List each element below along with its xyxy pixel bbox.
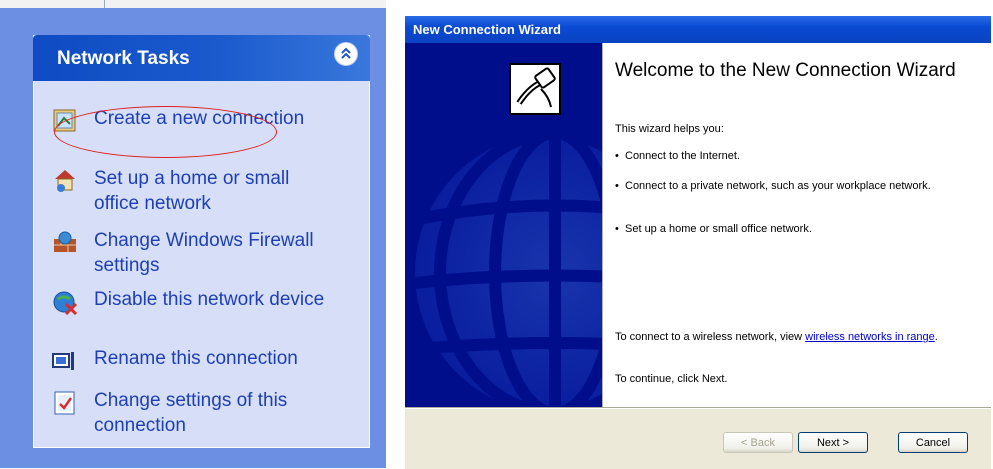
network-cable-icon bbox=[509, 63, 561, 115]
disable-device-icon bbox=[53, 291, 78, 315]
bullet-text: Connect to a private network, such as yo… bbox=[625, 180, 931, 192]
bullet-item: • Connect to a private network, such as … bbox=[615, 180, 955, 193]
task-firewall-settings[interactable]: Change Windows Firewall settings bbox=[52, 228, 334, 278]
task-label: Change settings of this connection bbox=[94, 390, 288, 436]
rename-icon bbox=[52, 352, 74, 370]
top-strip bbox=[0, 0, 386, 8]
next-button[interactable]: Next > bbox=[798, 432, 868, 453]
task-label: Change Windows Firewall settings bbox=[94, 230, 314, 276]
firewall-icon bbox=[54, 231, 76, 252]
bullet-dot-icon: • bbox=[615, 150, 619, 162]
explorer-task-pane: Network Tasks Create a new connection Se… bbox=[0, 0, 386, 468]
collapse-chevron-icon[interactable] bbox=[334, 42, 358, 66]
cancel-button[interactable]: Cancel bbox=[898, 432, 968, 453]
task-home-office-network[interactable]: Set up a home or small office network bbox=[52, 166, 334, 216]
task-label: Rename this connection bbox=[94, 348, 298, 369]
network-tasks-header[interactable]: Network Tasks bbox=[33, 35, 370, 81]
wizard-footer: < Back Next > Cancel bbox=[405, 408, 991, 469]
new-connection-wizard-dialog: New Connection Wizard Welcome to the New… bbox=[405, 16, 991, 469]
bullet-text: Set up a home or small office network. bbox=[625, 223, 812, 235]
bullet-item: • Connect to the Internet. bbox=[615, 150, 955, 163]
divider bbox=[104, 0, 105, 8]
wizard-title: New Connection Wizard bbox=[413, 22, 561, 37]
task-label: Disable this network device bbox=[94, 289, 325, 310]
settings-icon bbox=[54, 391, 75, 415]
bullet-dot-icon: • bbox=[615, 223, 619, 235]
task-label: Set up a home or small office network bbox=[94, 168, 290, 214]
wizard-titlebar[interactable]: New Connection Wizard bbox=[405, 16, 991, 43]
bullet-dot-icon: • bbox=[615, 180, 619, 192]
bullet-item: • Set up a home or small office network. bbox=[615, 223, 955, 236]
wizard-sidebar bbox=[405, 43, 602, 408]
task-disable-device[interactable]: Disable this network device bbox=[52, 287, 334, 315]
task-rename-connection[interactable]: Rename this connection bbox=[52, 346, 334, 374]
home-network-icon bbox=[55, 170, 75, 192]
wireless-text: To connect to a wireless network, view w… bbox=[615, 331, 945, 344]
wireless-suffix: . bbox=[934, 331, 938, 343]
wireless-prefix: To connect to a wireless network, view bbox=[615, 331, 803, 343]
bullet-text: Connect to the Internet. bbox=[625, 150, 740, 162]
wizard-content: Welcome to the New Connection Wizard Thi… bbox=[602, 43, 991, 408]
continue-text: To continue, click Next. bbox=[615, 373, 728, 385]
highlight-ellipse bbox=[54, 106, 277, 158]
welcome-title: Welcome to the New Connection Wizard bbox=[615, 60, 956, 81]
network-tasks-title: Network Tasks bbox=[57, 48, 190, 69]
globe-graphic bbox=[414, 127, 602, 408]
task-change-settings[interactable]: Change settings of this connection bbox=[52, 388, 334, 438]
wireless-networks-link[interactable]: wireless networks in range bbox=[805, 331, 935, 343]
back-button[interactable]: < Back bbox=[723, 432, 793, 453]
intro-text: This wizard helps you: bbox=[615, 123, 724, 135]
